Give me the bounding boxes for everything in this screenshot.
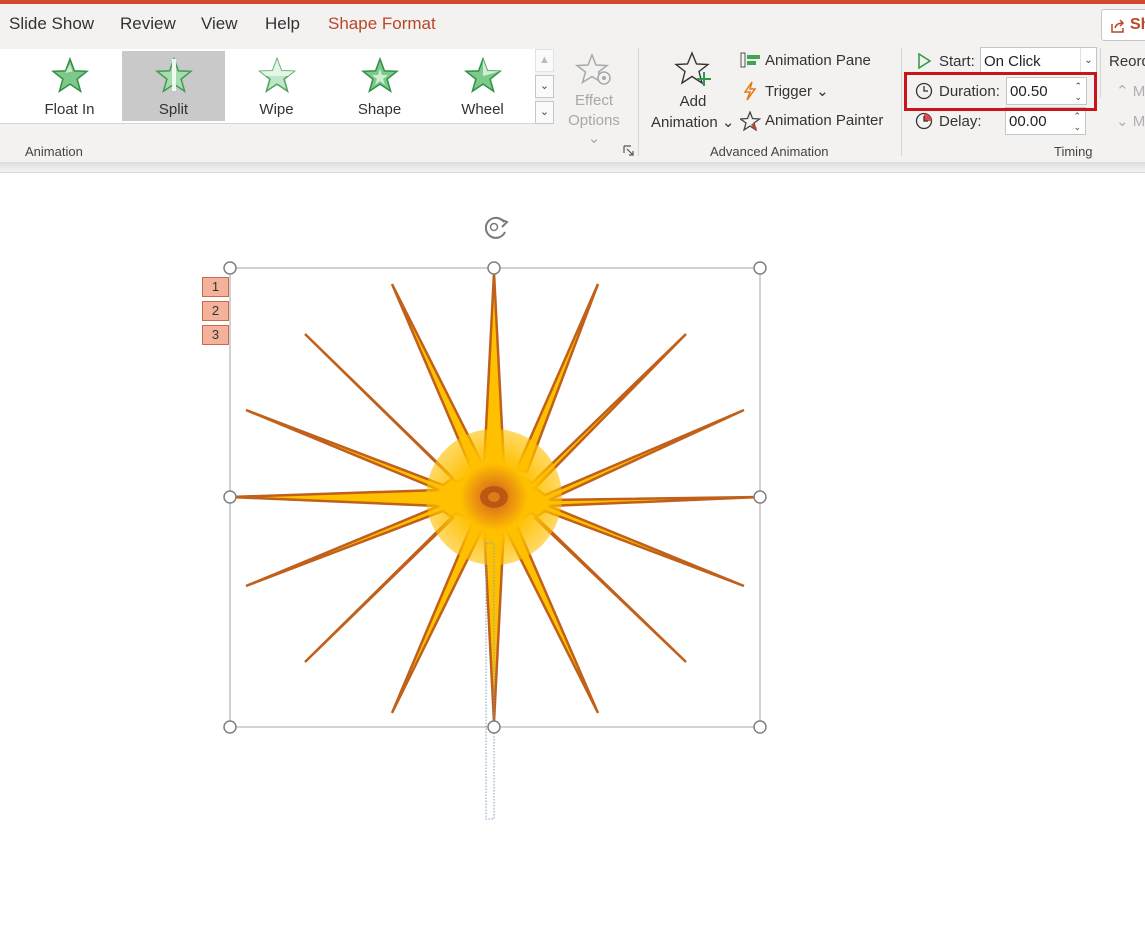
gallery-item-wipe[interactable]: Wipe bbox=[225, 51, 328, 121]
resize-handle[interactable] bbox=[753, 490, 767, 504]
lightning-bolt-icon bbox=[743, 81, 757, 101]
gallery-item-shape[interactable]: Shape bbox=[328, 51, 431, 121]
gallery-item-label: Wipe bbox=[259, 101, 294, 118]
star-effect-icon bbox=[464, 57, 502, 93]
tab-help[interactable]: Help bbox=[265, 14, 300, 34]
resize-handle[interactable] bbox=[223, 490, 237, 504]
animation-painter-label: Animation Painter bbox=[765, 112, 884, 129]
ribbon-tab-bar: Slide Show Review View Help Shape Format… bbox=[0, 4, 1145, 44]
animation-sequence-tag[interactable]: 2 bbox=[202, 301, 229, 321]
rotate-handle-icon[interactable] bbox=[484, 216, 509, 239]
gallery-item-label: Float In bbox=[44, 101, 95, 118]
dialog-launcher-icon[interactable] bbox=[623, 145, 634, 156]
timing-group-label: Timing bbox=[1054, 144, 1093, 159]
spin-up-icon[interactable]: ⌃ bbox=[1073, 112, 1081, 121]
sunburst-core-inner bbox=[488, 492, 500, 502]
delay-value: 00.00 bbox=[1009, 113, 1047, 130]
tab-shape-format[interactable]: Shape Format bbox=[328, 14, 436, 34]
resize-handle[interactable] bbox=[753, 720, 767, 734]
animation-pane-label: Animation Pane bbox=[765, 52, 871, 69]
add-animation-label-line1: Add bbox=[679, 93, 707, 110]
trigger-label: Trigger ⌄ bbox=[765, 83, 829, 100]
resize-handle[interactable] bbox=[223, 261, 237, 275]
gallery-item-split[interactable]: Split bbox=[122, 51, 225, 121]
animation-pane-icon bbox=[740, 52, 760, 68]
share-icon bbox=[1111, 19, 1125, 33]
resize-handle[interactable] bbox=[487, 261, 501, 275]
gallery-item-wheel[interactable]: Wheel bbox=[431, 51, 534, 121]
duration-highlight-box bbox=[904, 72, 1097, 111]
add-animation-label-line2: Animation ⌄ bbox=[651, 114, 735, 131]
advanced-animation-group-label: Advanced Animation bbox=[710, 144, 829, 159]
delay-input[interactable]: 00.00 ⌃ ⌄ bbox=[1005, 107, 1086, 135]
animation-sequence-tag[interactable]: 3 bbox=[202, 325, 229, 345]
gallery-scroll-down-button[interactable]: ⌄ bbox=[535, 75, 554, 98]
effect-options-label-line1: Effect bbox=[574, 92, 614, 109]
animation-gallery: Float In Split Wipe Shape Wheel bbox=[0, 49, 535, 124]
start-label: Start: bbox=[939, 53, 975, 70]
gallery-item-label: Wheel bbox=[461, 101, 504, 118]
star-effect-icon bbox=[51, 57, 89, 93]
move-earlier-button[interactable]: ⌃ M bbox=[1116, 82, 1145, 100]
start-value: On Click bbox=[984, 53, 1041, 70]
gallery-item-label: Shape bbox=[357, 101, 402, 118]
spin-down-icon[interactable]: ⌄ bbox=[1073, 123, 1081, 132]
slide-artwork bbox=[223, 216, 767, 820]
tab-slide-show[interactable]: Slide Show bbox=[9, 14, 94, 34]
add-animation-star-icon bbox=[674, 51, 711, 86]
delay-clock-icon bbox=[915, 112, 933, 130]
gallery-item-label: Split bbox=[158, 101, 189, 118]
share-button-label: Sh bbox=[1130, 16, 1145, 33]
ribbon-shadow bbox=[0, 162, 1145, 172]
move-later-button[interactable]: ⌄ M bbox=[1116, 112, 1145, 130]
star-effect-icon bbox=[258, 57, 296, 93]
tab-review[interactable]: Review bbox=[120, 14, 176, 34]
star-effect-icon bbox=[155, 57, 193, 93]
share-button[interactable]: Sh bbox=[1101, 9, 1145, 41]
delay-label: Delay: bbox=[939, 113, 982, 130]
start-dropdown[interactable]: On Click ⌄ bbox=[980, 47, 1097, 75]
chevron-down-icon: ⌄ bbox=[1080, 48, 1096, 74]
effect-options-label-line2: Options ⌄ bbox=[568, 112, 620, 147]
slide-canvas[interactable]: 1 2 3 bbox=[0, 173, 1145, 947]
resize-handle[interactable] bbox=[223, 720, 237, 734]
resize-handle[interactable] bbox=[487, 720, 501, 734]
gallery-scroll-controls: ▲ ⌄ ⌄ bbox=[535, 49, 554, 124]
effect-options-icon bbox=[574, 52, 611, 85]
effect-options-button[interactable]: Effect Options ⌄ bbox=[560, 52, 628, 147]
star-effect-icon bbox=[361, 57, 399, 93]
group-divider bbox=[901, 48, 902, 156]
add-animation-button[interactable]: Add Animation ⌄ bbox=[648, 50, 738, 131]
group-divider bbox=[638, 48, 639, 156]
animation-group-label: Animation bbox=[25, 144, 83, 159]
tab-view[interactable]: View bbox=[201, 14, 238, 34]
group-divider bbox=[1100, 48, 1101, 98]
gallery-more-button[interactable]: ⌄ bbox=[535, 101, 554, 124]
resize-handle[interactable] bbox=[753, 261, 767, 275]
reorder-animation-label: Reord bbox=[1109, 53, 1145, 70]
gallery-scroll-up-button[interactable]: ▲ bbox=[535, 49, 554, 72]
gallery-item-float-in[interactable]: Float In bbox=[18, 51, 121, 121]
play-icon bbox=[918, 52, 932, 70]
animation-painter-icon bbox=[740, 111, 762, 131]
animation-sequence-tag[interactable]: 1 bbox=[202, 277, 229, 297]
